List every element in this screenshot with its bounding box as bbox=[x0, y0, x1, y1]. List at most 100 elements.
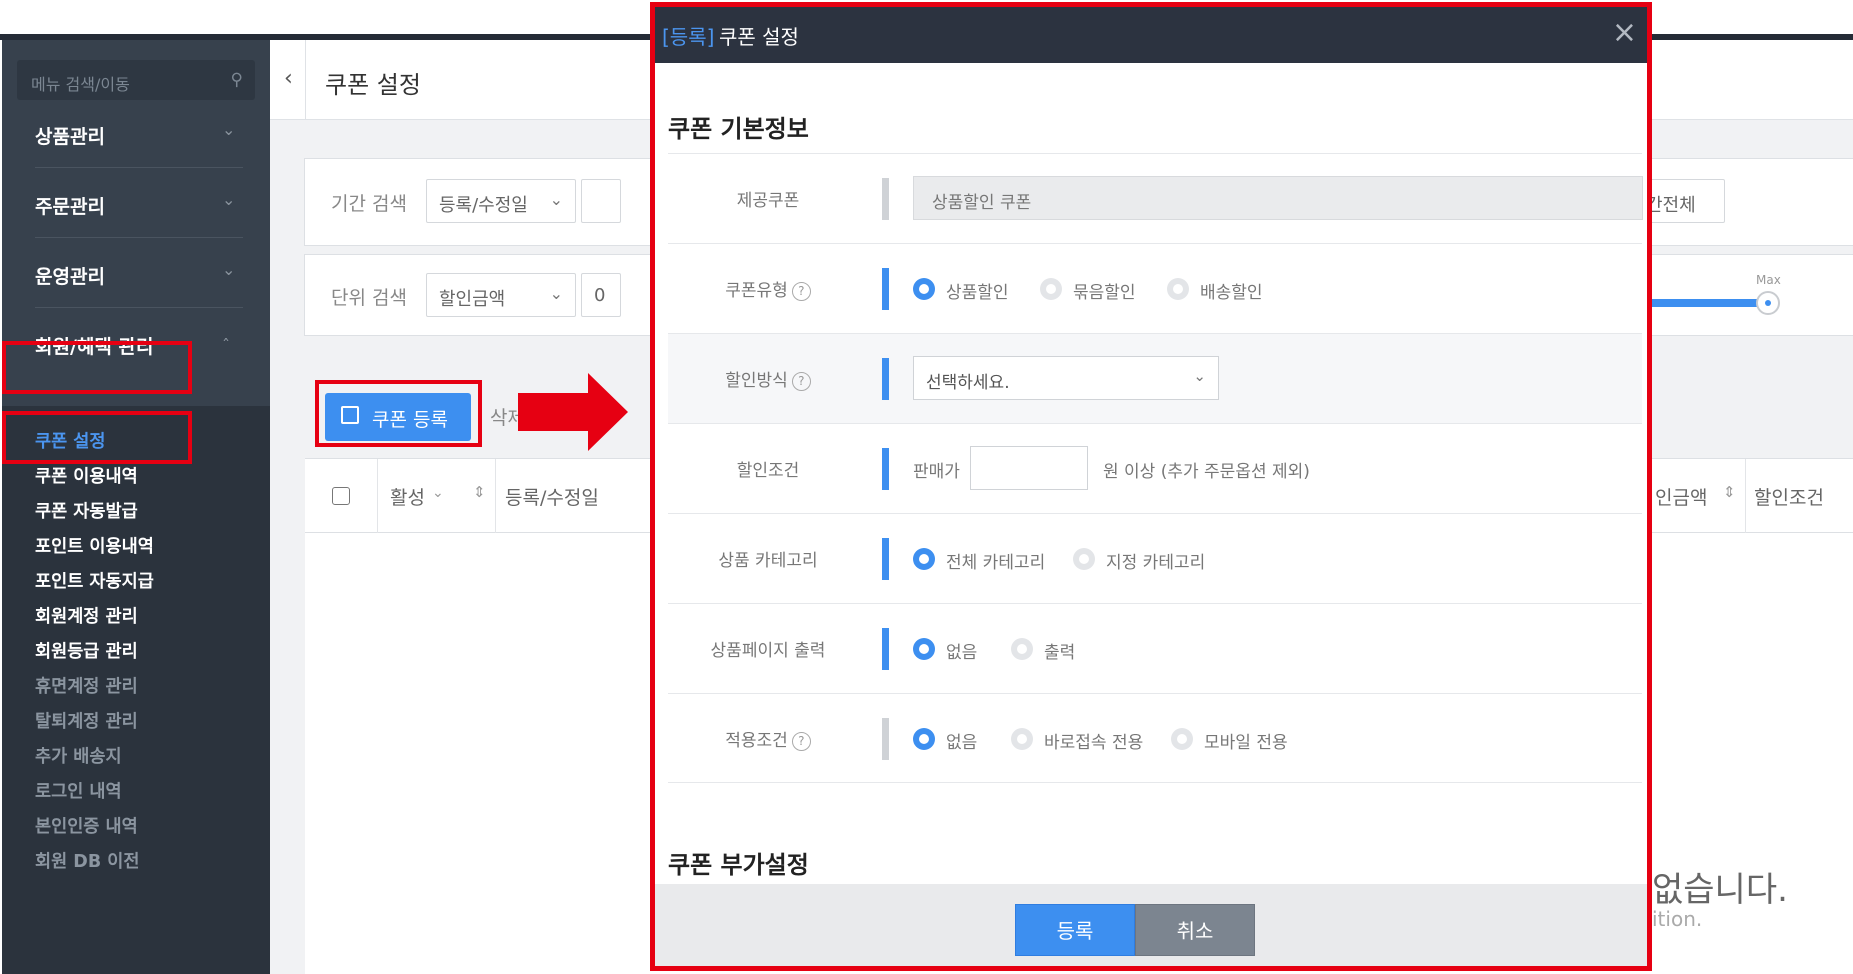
empty-message: 없습니다. bbox=[1652, 870, 1788, 910]
min-price-input[interactable] bbox=[970, 446, 1088, 490]
sidebar-item-withdrawn-accounts[interactable]: 탈퇴계정 관리 bbox=[35, 708, 138, 733]
divider bbox=[305, 40, 306, 120]
provided-coupon-value: 상품할인 쿠폰 bbox=[932, 193, 1032, 213]
modal-footer: 등록 취소 bbox=[655, 884, 1647, 966]
menu-search-input[interactable]: 메뉴 검색/이동 ⚲ bbox=[17, 60, 255, 100]
modal-title: 쿠폰 설정 bbox=[719, 25, 799, 49]
form-row-product-category: 상품 카테고리 전체 카테고리 지정 카테고리 bbox=[668, 513, 1642, 603]
empty-sub-message: ition. bbox=[1652, 907, 1703, 931]
help-icon[interactable]: ? bbox=[791, 372, 811, 391]
chevron-down-icon: ⌄ bbox=[222, 120, 236, 139]
modal-tag: [등록] bbox=[662, 25, 715, 49]
condition-suffix: 원 이상 (추가 주문옵션 제외) bbox=[1103, 462, 1310, 482]
modal-header: [등록] 쿠폰 설정 × bbox=[655, 7, 1647, 63]
sidebar-item-point-auto-pay[interactable]: 포인트 자동지급 bbox=[35, 568, 154, 593]
close-icon[interactable]: × bbox=[1612, 15, 1637, 50]
menu-search-placeholder: 메뉴 검색/이동 bbox=[31, 75, 130, 94]
unit-select-value: 할인금액 bbox=[439, 289, 506, 310]
discount-method-select[interactable]: 선택하세요. ⌄ bbox=[913, 356, 1219, 400]
form-row-discount-method: 할인방식? 선택하세요. ⌄ bbox=[668, 333, 1642, 423]
range-slider-handle[interactable] bbox=[1756, 291, 1780, 315]
form-row-coupon-type: 쿠폰유형? 상품할인 묶음할인 배송할인 bbox=[668, 243, 1642, 333]
submit-button[interactable]: 등록 bbox=[1015, 904, 1135, 956]
sort-icon[interactable]: ⇕ bbox=[473, 483, 486, 501]
chevron-left-icon[interactable]: ‹ bbox=[284, 66, 293, 91]
condition-prefix: 판매가 bbox=[913, 462, 960, 482]
period-select[interactable]: 등록/수정일 ⌄ bbox=[426, 179, 576, 223]
chevron-down-icon: ⌄ bbox=[222, 190, 236, 209]
coupon-settings-modal: [등록] 쿠폰 설정 × 쿠폰 기본정보 제공쿠폰 상품할인 쿠폰 쿠폰유형? … bbox=[650, 2, 1652, 971]
unit-min-value: 0 bbox=[594, 285, 606, 306]
field-label: 할인방식? bbox=[668, 366, 868, 391]
range-slider-track[interactable] bbox=[1644, 299, 1774, 307]
period-date-input[interactable] bbox=[581, 179, 621, 223]
field-label: 제공쿠폰 bbox=[736, 191, 800, 211]
field-marker bbox=[882, 448, 889, 490]
help-icon[interactable]: ? bbox=[791, 732, 811, 751]
sidebar-category-label: 주문관리 bbox=[35, 196, 105, 218]
highlight-members-category bbox=[2, 341, 192, 394]
field-label: 상품페이지 출력 bbox=[710, 641, 826, 661]
sidebar-category-operations[interactable]: 운영관리 ⌄ bbox=[2, 238, 270, 308]
column-active[interactable]: 활성 bbox=[390, 483, 425, 510]
sidebar-item-dormant-accounts[interactable]: 휴면계정 관리 bbox=[35, 673, 138, 698]
field-marker bbox=[882, 358, 889, 400]
chevron-down-icon: ⌄ bbox=[549, 284, 563, 303]
field-label: 적용조건? bbox=[668, 726, 868, 751]
red-arrow-right-icon bbox=[518, 373, 628, 451]
form-row-apply-condition: 적용조건? 없음 바로접속 전용 모바일 전용 bbox=[668, 693, 1642, 783]
sort-icon[interactable]: ⇕ bbox=[1723, 483, 1736, 501]
column-discount-condition[interactable]: 할인조건 bbox=[1754, 483, 1824, 510]
unit-search-label: 단위 검색 bbox=[331, 287, 407, 309]
period-all-button[interactable]: 간전체 bbox=[1645, 179, 1725, 223]
highlight-coupon-register bbox=[315, 380, 482, 447]
section-title-basic: 쿠폰 기본정보 bbox=[668, 115, 809, 143]
unit-min-input[interactable]: 0 bbox=[581, 273, 621, 317]
field-marker bbox=[882, 628, 889, 670]
sidebar-item-coupon-auto-issue[interactable]: 쿠폰 자동발급 bbox=[35, 498, 138, 523]
sidebar-item-coupon-usage[interactable]: 쿠폰 이용내역 bbox=[35, 463, 138, 488]
sidebar-item-extra-addresses[interactable]: 추가 배송지 bbox=[35, 743, 122, 768]
sidebar-item-point-usage[interactable]: 포인트 이용내역 bbox=[35, 533, 154, 558]
sidebar-category-orders[interactable]: 주문관리 ⌄ bbox=[2, 168, 270, 238]
period-select-value: 등록/수정일 bbox=[439, 195, 528, 216]
sidebar-category-products[interactable]: 상품관리 ⌄ bbox=[2, 98, 270, 168]
highlight-coupon-settings bbox=[2, 411, 192, 464]
sidebar-category-label: 운영관리 bbox=[35, 266, 105, 288]
cancel-button[interactable]: 취소 bbox=[1135, 904, 1255, 956]
chevron-down-icon: ⌄ bbox=[549, 190, 563, 209]
field-marker bbox=[882, 268, 889, 310]
period-all-label: 간전체 bbox=[1646, 195, 1696, 216]
sidebar-item-member-accounts[interactable]: 회원계정 관리 bbox=[35, 603, 138, 628]
unit-select[interactable]: 할인금액 ⌄ bbox=[426, 273, 576, 317]
chevron-down-icon: ⌄ bbox=[1193, 367, 1206, 385]
column-date[interactable]: 등록/수정일 bbox=[505, 483, 599, 510]
field-label: 할인조건 bbox=[736, 461, 800, 481]
help-icon[interactable]: ? bbox=[791, 282, 811, 301]
field-marker bbox=[882, 538, 889, 580]
sidebar-item-member-grades[interactable]: 회원등급 관리 bbox=[35, 638, 138, 663]
search-icon[interactable]: ⚲ bbox=[231, 70, 243, 90]
select-all-checkbox[interactable] bbox=[332, 487, 350, 505]
field-marker bbox=[882, 718, 889, 760]
field-marker bbox=[882, 178, 889, 220]
chevron-up-icon: ˆ bbox=[222, 336, 230, 355]
field-label: 상품 카테고리 bbox=[718, 551, 818, 571]
sidebar-item-member-db-transfer[interactable]: 회원 DB 이전 bbox=[35, 848, 139, 873]
page-title: 쿠폰 설정 bbox=[325, 71, 421, 99]
sidebar-submenu: 쿠폰 설정 쿠폰 이용내역 쿠폰 자동발급 포인트 이용내역 포인트 자동지급 … bbox=[2, 406, 270, 974]
field-label: 쿠폰유형? bbox=[668, 276, 868, 301]
form-row-provided-coupon: 제공쿠폰 상품할인 쿠폰 bbox=[668, 153, 1643, 243]
sidebar-item-login-history[interactable]: 로그인 내역 bbox=[35, 778, 122, 803]
form-row-discount-condition: 할인조건 판매가 원 이상 (추가 주문옵션 제외) bbox=[668, 423, 1642, 513]
chevron-down-icon: ⌄ bbox=[222, 260, 236, 279]
provided-coupon-field: 상품할인 쿠폰 bbox=[913, 176, 1643, 220]
section-title-extra: 쿠폰 부가설정 bbox=[668, 851, 809, 879]
form-row-page-output: 상품페이지 출력 없음 출력 bbox=[668, 603, 1642, 693]
sidebar-item-identity-history[interactable]: 본인인증 내역 bbox=[35, 813, 138, 838]
slider-max-label: Max bbox=[1756, 273, 1781, 287]
column-discount-amount[interactable]: 인금액 bbox=[1655, 483, 1707, 510]
discount-method-value: 선택하세요. bbox=[926, 373, 1010, 393]
sidebar: 메뉴 검색/이동 ⚲ 상품관리 ⌄ 주문관리 ⌄ 운영관리 ⌄ 회원/혜택 관리… bbox=[2, 40, 270, 974]
sidebar-category-label: 상품관리 bbox=[35, 126, 105, 148]
